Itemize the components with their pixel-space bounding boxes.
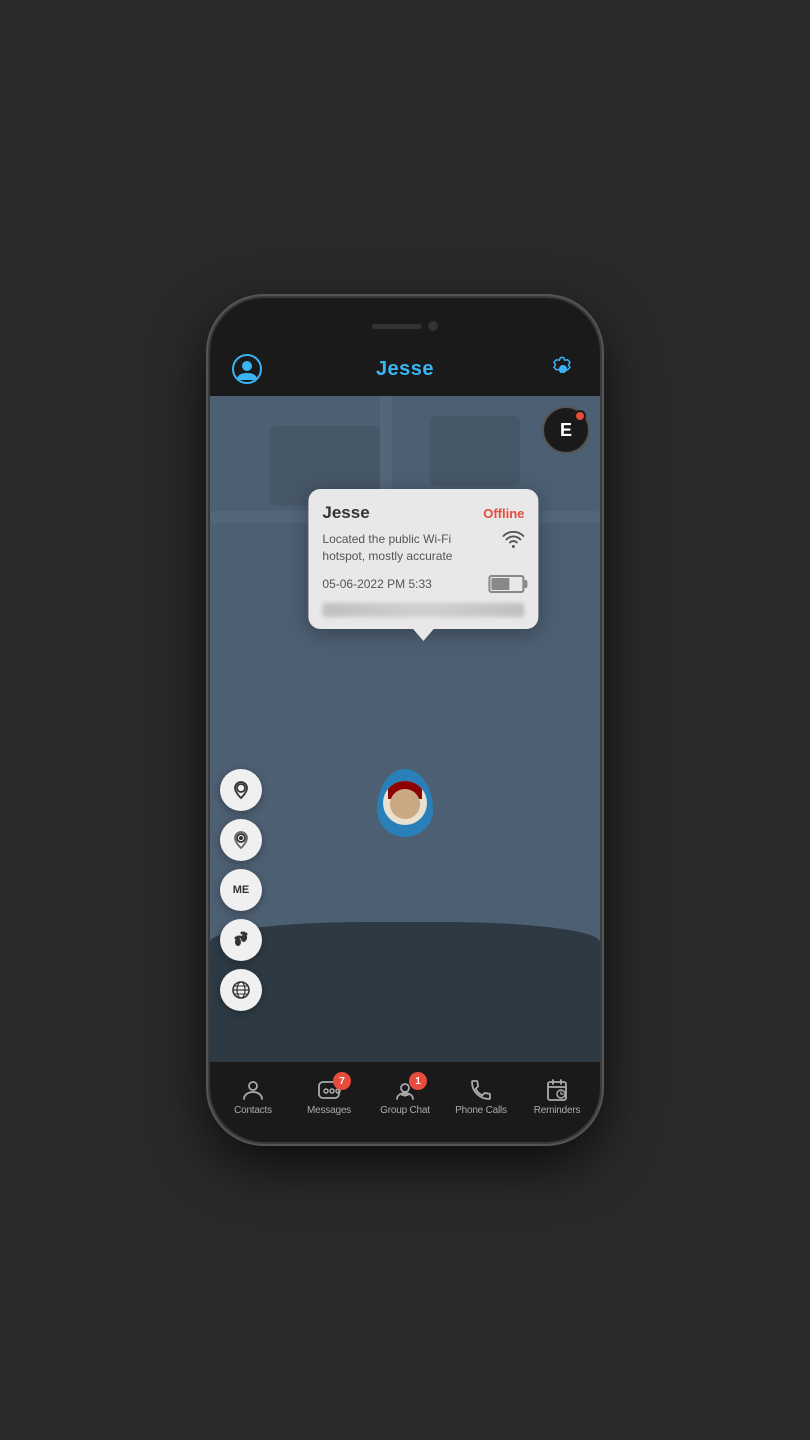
notch-bar xyxy=(210,298,600,342)
map-dark-area xyxy=(210,922,600,1062)
nav-contacts[interactable]: Contacts xyxy=(223,1078,283,1116)
messages-badge: 7 xyxy=(333,1072,351,1090)
camera xyxy=(428,321,438,331)
nav-group-chat-label: Group Chat xyxy=(380,1105,430,1116)
map-view[interactable]: E Jesse Offline Located the public Wi-Fi… xyxy=(210,396,600,1062)
pin-body xyxy=(377,769,433,837)
group-chat-icon: 1 xyxy=(393,1078,417,1102)
profile-button[interactable] xyxy=(230,352,264,386)
notch xyxy=(340,314,470,338)
avatar-face xyxy=(390,789,420,819)
popup-status-badge: Offline xyxy=(483,506,524,521)
contacts-icon xyxy=(241,1078,265,1102)
nav-messages-label: Messages xyxy=(307,1105,351,1116)
popup-blurred-address xyxy=(322,603,524,617)
nav-phone-calls-label: Phone Calls xyxy=(455,1105,507,1116)
nav-group-chat[interactable]: 1 Group Chat xyxy=(375,1078,435,1116)
popup-datetime-row: 05-06-2022 PM 5:33 xyxy=(322,575,524,593)
location-search-button[interactable] xyxy=(220,819,262,861)
app-header: Jesse xyxy=(210,342,600,396)
nav-phone-calls[interactable]: Phone Calls xyxy=(451,1078,511,1116)
map-sidebar: ME xyxy=(220,769,262,1011)
nav-reminders-label: Reminders xyxy=(534,1105,581,1116)
group-chat-badge: 1 xyxy=(409,1072,427,1090)
reminders-icon xyxy=(545,1078,569,1102)
bottom-navigation: Contacts 7 Messages xyxy=(210,1062,600,1142)
user-status-dot xyxy=(574,410,586,422)
settings-button[interactable] xyxy=(546,352,580,386)
user-avatar-button[interactable]: E xyxy=(542,406,590,454)
nav-contacts-label: Contacts xyxy=(234,1105,272,1116)
battery-fill xyxy=(491,578,509,590)
messages-icon: 7 xyxy=(317,1078,341,1102)
nav-reminders[interactable]: Reminders xyxy=(527,1078,587,1116)
globe-button[interactable] xyxy=(220,969,262,1011)
map-location-pin[interactable] xyxy=(377,769,433,837)
app-title: Jesse xyxy=(376,358,434,381)
popup-header: Jesse Offline xyxy=(322,503,524,523)
popup-location-row: Located the public Wi-Fi hotspot, mostly… xyxy=(322,531,524,565)
wifi-icon xyxy=(502,531,524,549)
nav-messages[interactable]: 7 Messages xyxy=(299,1078,359,1116)
speaker xyxy=(372,324,422,329)
pin-avatar xyxy=(383,781,427,825)
phone-calls-icon xyxy=(469,1078,493,1102)
location-popup[interactable]: Jesse Offline Located the public Wi-Fi h… xyxy=(308,489,538,629)
location-pin-button[interactable] xyxy=(220,769,262,811)
me-location-button[interactable]: ME xyxy=(220,869,262,911)
footprint-button[interactable] xyxy=(220,919,262,961)
battery-indicator xyxy=(488,575,524,593)
popup-timestamp: 05-06-2022 PM 5:33 xyxy=(322,577,431,591)
popup-contact-name: Jesse xyxy=(322,503,369,523)
user-initial: E xyxy=(560,420,572,441)
popup-location-text: Located the public Wi-Fi hotspot, mostly… xyxy=(322,531,496,565)
